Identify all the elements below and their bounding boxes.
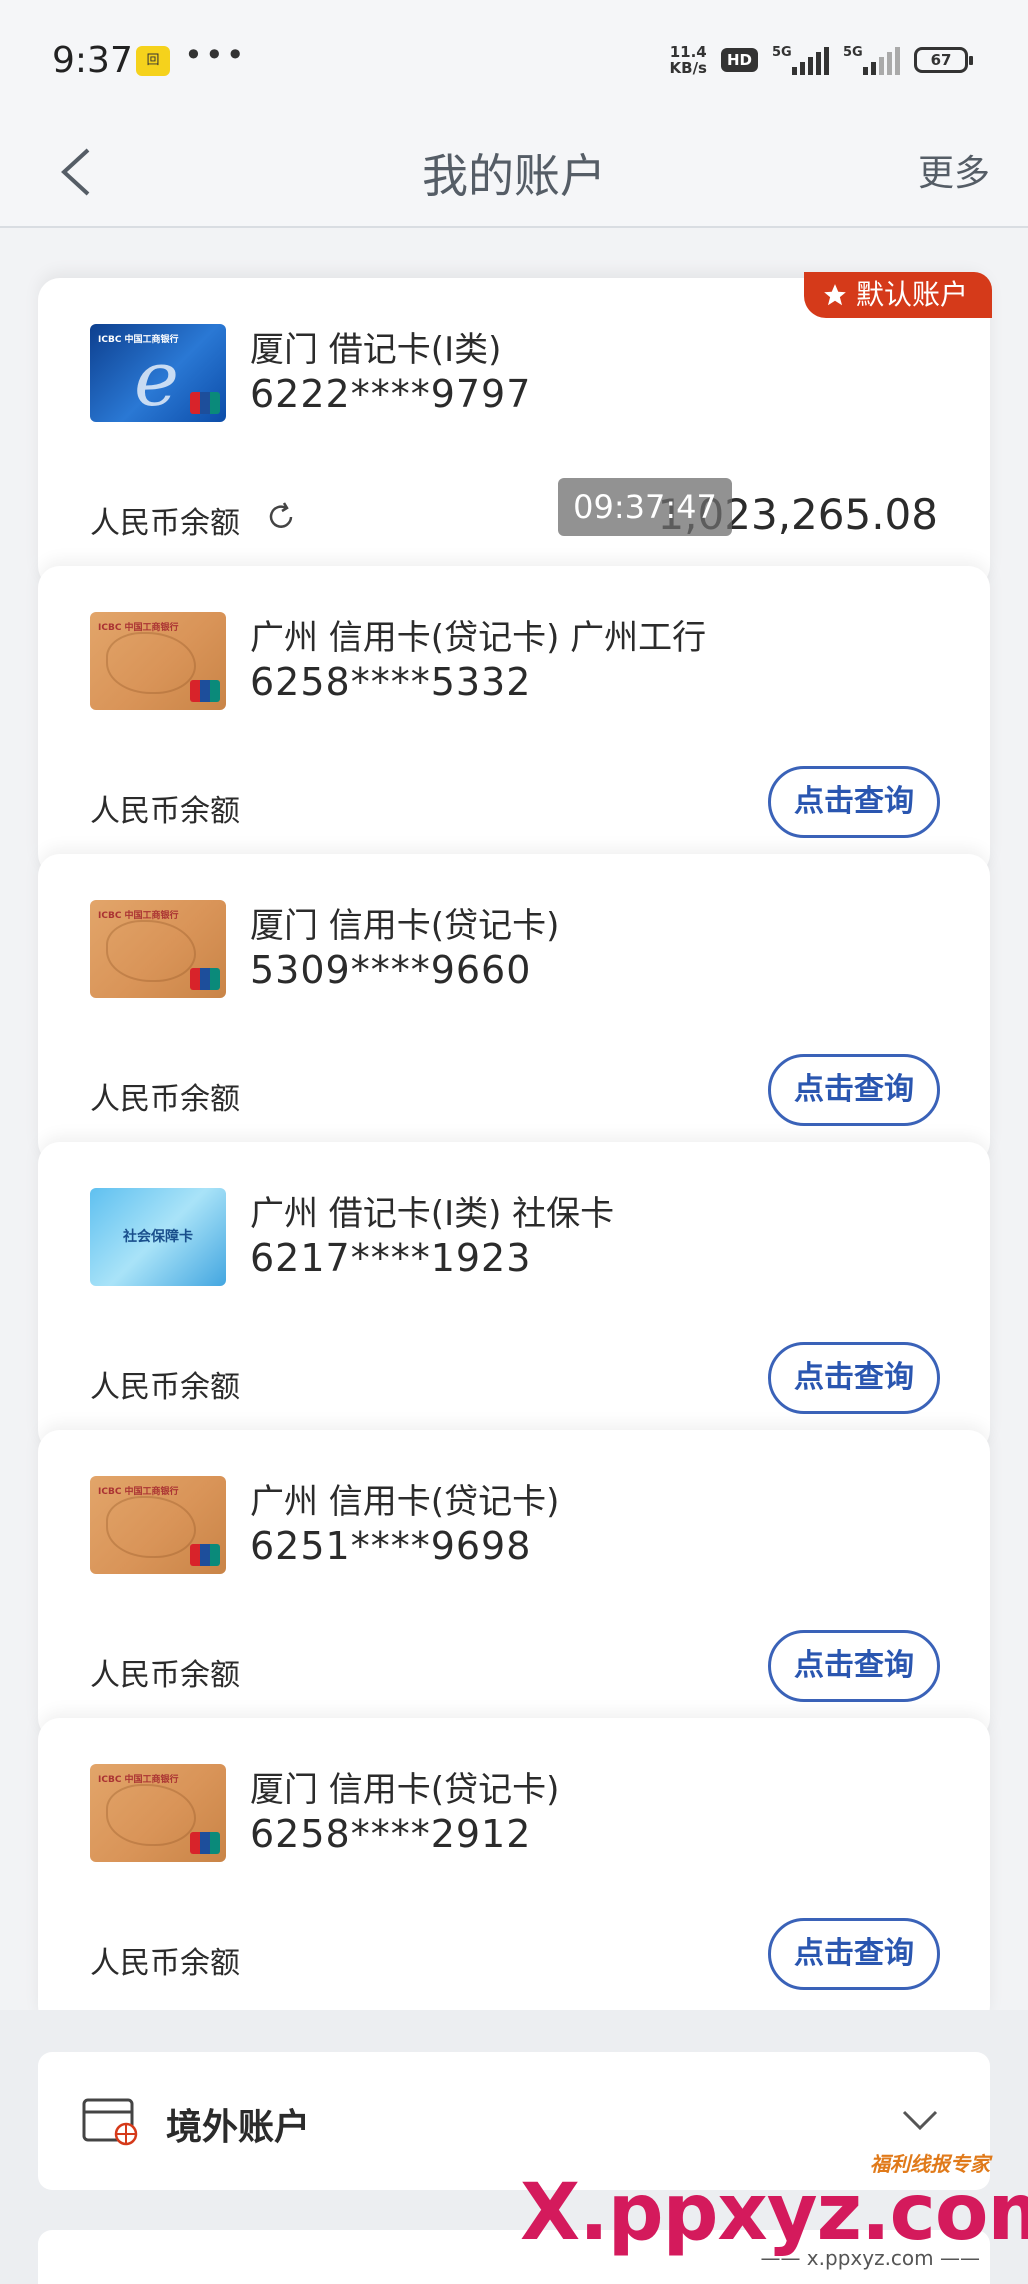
account-card[interactable]: ICBC 中国工商银行 厦门 信用卡(贷记卡) 5309****9660 人民币…	[38, 854, 990, 1164]
account-card[interactable]: ICBC 中国工商银行 广州 信用卡(贷记卡) 6251****9698 人民币…	[38, 1430, 990, 1740]
card-image: ICBC 中国工商银行	[90, 1764, 226, 1862]
overseas-account-label: 境外账户	[166, 2107, 311, 2148]
account-number: 6217****1923	[250, 1236, 532, 1280]
unionpay-logo-icon	[190, 392, 220, 414]
account-number: 5309****9660	[250, 948, 532, 992]
balance-label: 人民币余额	[90, 794, 240, 829]
account-name: 广州 信用卡(贷记卡)	[250, 1482, 560, 1522]
status-time: 9:37	[52, 40, 133, 81]
account-number: 6258****2912	[250, 1812, 532, 1856]
map-pattern	[106, 632, 196, 694]
app-notification-icon: 回	[136, 46, 170, 76]
overseas-card-icon	[82, 2098, 138, 2146]
map-pattern	[106, 1784, 196, 1846]
chevron-down-icon[interactable]	[900, 2104, 940, 2134]
query-balance-button[interactable]: 点击查询	[768, 766, 940, 838]
account-card[interactable]: 社会保障卡 广州 借记卡(I类) 社保卡 6217****1923 人民币余额 …	[38, 1142, 990, 1452]
balance-label: 人民币余额	[90, 1370, 240, 1405]
card-logo-text: ICBC 中国工商银行	[98, 623, 179, 633]
query-balance-button[interactable]: 点击查询	[768, 1054, 940, 1126]
signal-icon: 5G	[772, 45, 829, 75]
account-name: 厦门 信用卡(贷记卡)	[250, 906, 560, 946]
network-speed-value: 11.4	[669, 43, 707, 61]
card-logo-text: ICBC 中国工商银行	[98, 911, 179, 921]
account-card[interactable]: ICBC 中国工商银行 厦门 信用卡(贷记卡) 6258****2912 人民币…	[38, 1718, 990, 2028]
network-speed: 11.4 KB/s	[670, 44, 707, 76]
account-number: 6222****9797	[250, 372, 532, 416]
battery-icon: 67	[914, 47, 973, 73]
balance-label: 人民币余额	[90, 1946, 240, 1981]
account-number: 6251****9698	[250, 1524, 532, 1568]
signal-label: 5G	[772, 45, 792, 60]
hd-icon: HD	[720, 48, 758, 72]
query-balance-button[interactable]: 点击查询	[768, 1630, 940, 1702]
default-account-badge: 默认账户	[803, 272, 992, 318]
account-name: 广州 信用卡(贷记卡) 广州工行	[250, 618, 707, 658]
card-image: ICBC 中国工商银行	[90, 612, 226, 710]
watermark-main: X.ppxyz.com	[520, 2168, 1028, 2258]
e-logo-icon: e	[134, 334, 179, 422]
default-account-label: 默认账户	[855, 278, 968, 311]
account-name: 厦门 借记卡(I类)	[250, 330, 502, 370]
balance-label: 人民币余额	[90, 1082, 240, 1117]
refresh-icon[interactable]	[264, 500, 298, 534]
signal-icon: 5G	[843, 45, 900, 75]
account-number: 6258****5332	[250, 660, 532, 704]
social-security-card-image: 社会保障卡	[90, 1188, 226, 1286]
card-text: 社会保障卡	[123, 1229, 193, 1245]
network-speed-unit: KB/s	[669, 59, 707, 77]
card-logo-text: ICBC 中国工商银行	[98, 1775, 179, 1785]
unionpay-logo-icon	[190, 968, 220, 990]
unionpay-logo-icon	[190, 1832, 220, 1854]
page-title: 我的账户	[422, 149, 606, 203]
watermark-sub: —— x.ppxyz.com ——	[760, 2246, 980, 2270]
account-name: 厦门 信用卡(贷记卡)	[250, 1770, 560, 1810]
timestamp-overlay: 09:37:47	[558, 478, 732, 536]
balance-label: 人民币余额	[90, 506, 240, 541]
unionpay-logo-icon	[190, 1544, 220, 1566]
card-image: ICBC 中国工商银行	[90, 1476, 226, 1574]
more-button[interactable]: 更多	[918, 144, 990, 196]
star-icon	[824, 284, 846, 306]
query-balance-button[interactable]: 点击查询	[768, 1342, 940, 1414]
card-image: ICBC 中国工商银行 e	[90, 324, 226, 422]
nav-bar: 我的账户 更多	[0, 120, 1028, 228]
map-pattern	[106, 1496, 196, 1558]
unionpay-logo-icon	[190, 680, 220, 702]
map-pattern	[106, 920, 196, 982]
query-balance-button[interactable]: 点击查询	[768, 1918, 940, 1990]
balance-label: 人民币余额	[90, 1658, 240, 1693]
status-indicators: 11.4 KB/s HD 5G 5G 67	[670, 40, 973, 80]
signal-label: 5G	[843, 45, 863, 60]
card-logo-text: ICBC 中国工商银行	[98, 1487, 179, 1497]
watermark: 福利线报专家 X.ppxyz.com —— x.ppxyz.com ——	[520, 2148, 1028, 2270]
account-card[interactable]: ICBC 中国工商银行 广州 信用卡(贷记卡) 广州工行 6258****533…	[38, 566, 990, 876]
account-name: 广州 借记卡(I类) 社保卡	[250, 1194, 615, 1234]
card-image: ICBC 中国工商银行	[90, 900, 226, 998]
more-notifications-icon: •••	[184, 36, 247, 74]
account-card[interactable]: 默认账户 ICBC 中国工商银行 e 厦门 借记卡(I类) 6222****97…	[38, 272, 992, 588]
status-bar: 9:37 回 ••• 11.4 KB/s HD 5G 5G 67	[0, 0, 1028, 120]
